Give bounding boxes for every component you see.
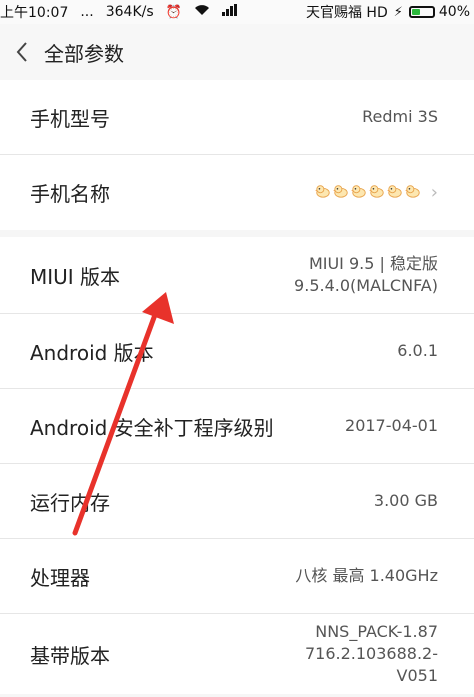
row-android-version: Android 版本 6.0.1 (0, 314, 474, 389)
status-bar: 上午10:07 ... 364K/s ⏰ 天官赐福 HD ⚡ 40% (0, 0, 474, 24)
chick-icon (314, 184, 330, 198)
row-label: MIUI 版本 (30, 264, 121, 289)
chick-icon (386, 184, 402, 198)
value-line: 9.5.4.0(MALCNFA) (294, 276, 438, 295)
row-label: 运行内存 (30, 490, 110, 515)
carrier-name: 天官赐福 HD (305, 5, 388, 21)
row-security-patch: Android 安全补丁程序级别 2017-04-01 (0, 389, 474, 464)
value-line: V051 (396, 666, 438, 685)
battery-percent: 40% (438, 4, 470, 20)
row-label: Android 版本 (30, 340, 154, 365)
wifi-icon (194, 4, 210, 20)
chick-emoji-row (313, 183, 421, 203)
row-label: Android 安全补丁程序级别 (30, 415, 274, 440)
back-button[interactable] (0, 24, 44, 80)
row-device-name[interactable]: 手机名称 › (0, 155, 474, 230)
clock: 上午10:07 (0, 5, 69, 21)
row-value: 6.0.1 (397, 341, 438, 360)
value-line: MIUI 9.5 | 稳定版 (308, 254, 438, 273)
device-name-value: › (313, 182, 438, 203)
device-info-card: 手机型号 Redmi 3S 手机名称 › (0, 80, 474, 230)
row-miui-version: MIUI 版本 MIUI 9.5 | 稳定版 9.5.4.0(MALCNFA) (0, 237, 474, 314)
row-baseband: 基带版本 NNS_PACK-1.87 716.2.103688.2- V051 (0, 614, 474, 694)
row-label: 手机型号 (30, 106, 110, 131)
row-value: 八核 最高 1.40GHz (295, 566, 438, 585)
network-speed: 364K/s (105, 4, 154, 20)
battery-fill (411, 9, 420, 15)
chevron-left-icon (16, 42, 27, 62)
battery-indicator: 40% (408, 4, 470, 20)
row-ram: 运行内存 3.00 GB (0, 464, 474, 539)
signal-icon (221, 4, 238, 20)
alarm-icon: ⏰ (165, 4, 182, 20)
charging-icon: ⚡ (393, 4, 403, 20)
page-title: 全部参数 (44, 41, 124, 66)
value-line: 716.2.103688.2- (304, 644, 438, 663)
row-value: NNS_PACK-1.87 716.2.103688.2- V051 (305, 621, 438, 687)
specs-card: MIUI 版本 MIUI 9.5 | 稳定版 9.5.4.0(MALCNFA) … (0, 237, 474, 694)
row-value: MIUI 9.5 | 稳定版 9.5.4.0(MALCNFA) (294, 253, 438, 297)
value-line: NNS_PACK-1.87 (315, 622, 438, 641)
chick-icon (350, 184, 366, 198)
more-dots-icon: ... (80, 4, 94, 20)
chick-icon (332, 184, 348, 198)
title-bar: 全部参数 (0, 24, 474, 81)
battery-icon (408, 6, 435, 18)
row-label: 基带版本 (30, 643, 110, 668)
row-value: 2017-04-01 (345, 416, 438, 435)
row-value: Redmi 3S (362, 107, 438, 126)
chick-icon (404, 184, 420, 198)
row-processor: 处理器 八核 最高 1.40GHz (0, 539, 474, 614)
chevron-right-icon: › (430, 182, 438, 203)
chick-icon (368, 184, 384, 198)
row-label: 手机名称 (30, 182, 110, 206)
row-model: 手机型号 Redmi 3S (0, 80, 474, 155)
row-label: 处理器 (30, 565, 90, 590)
row-value: 3.00 GB (373, 491, 438, 510)
